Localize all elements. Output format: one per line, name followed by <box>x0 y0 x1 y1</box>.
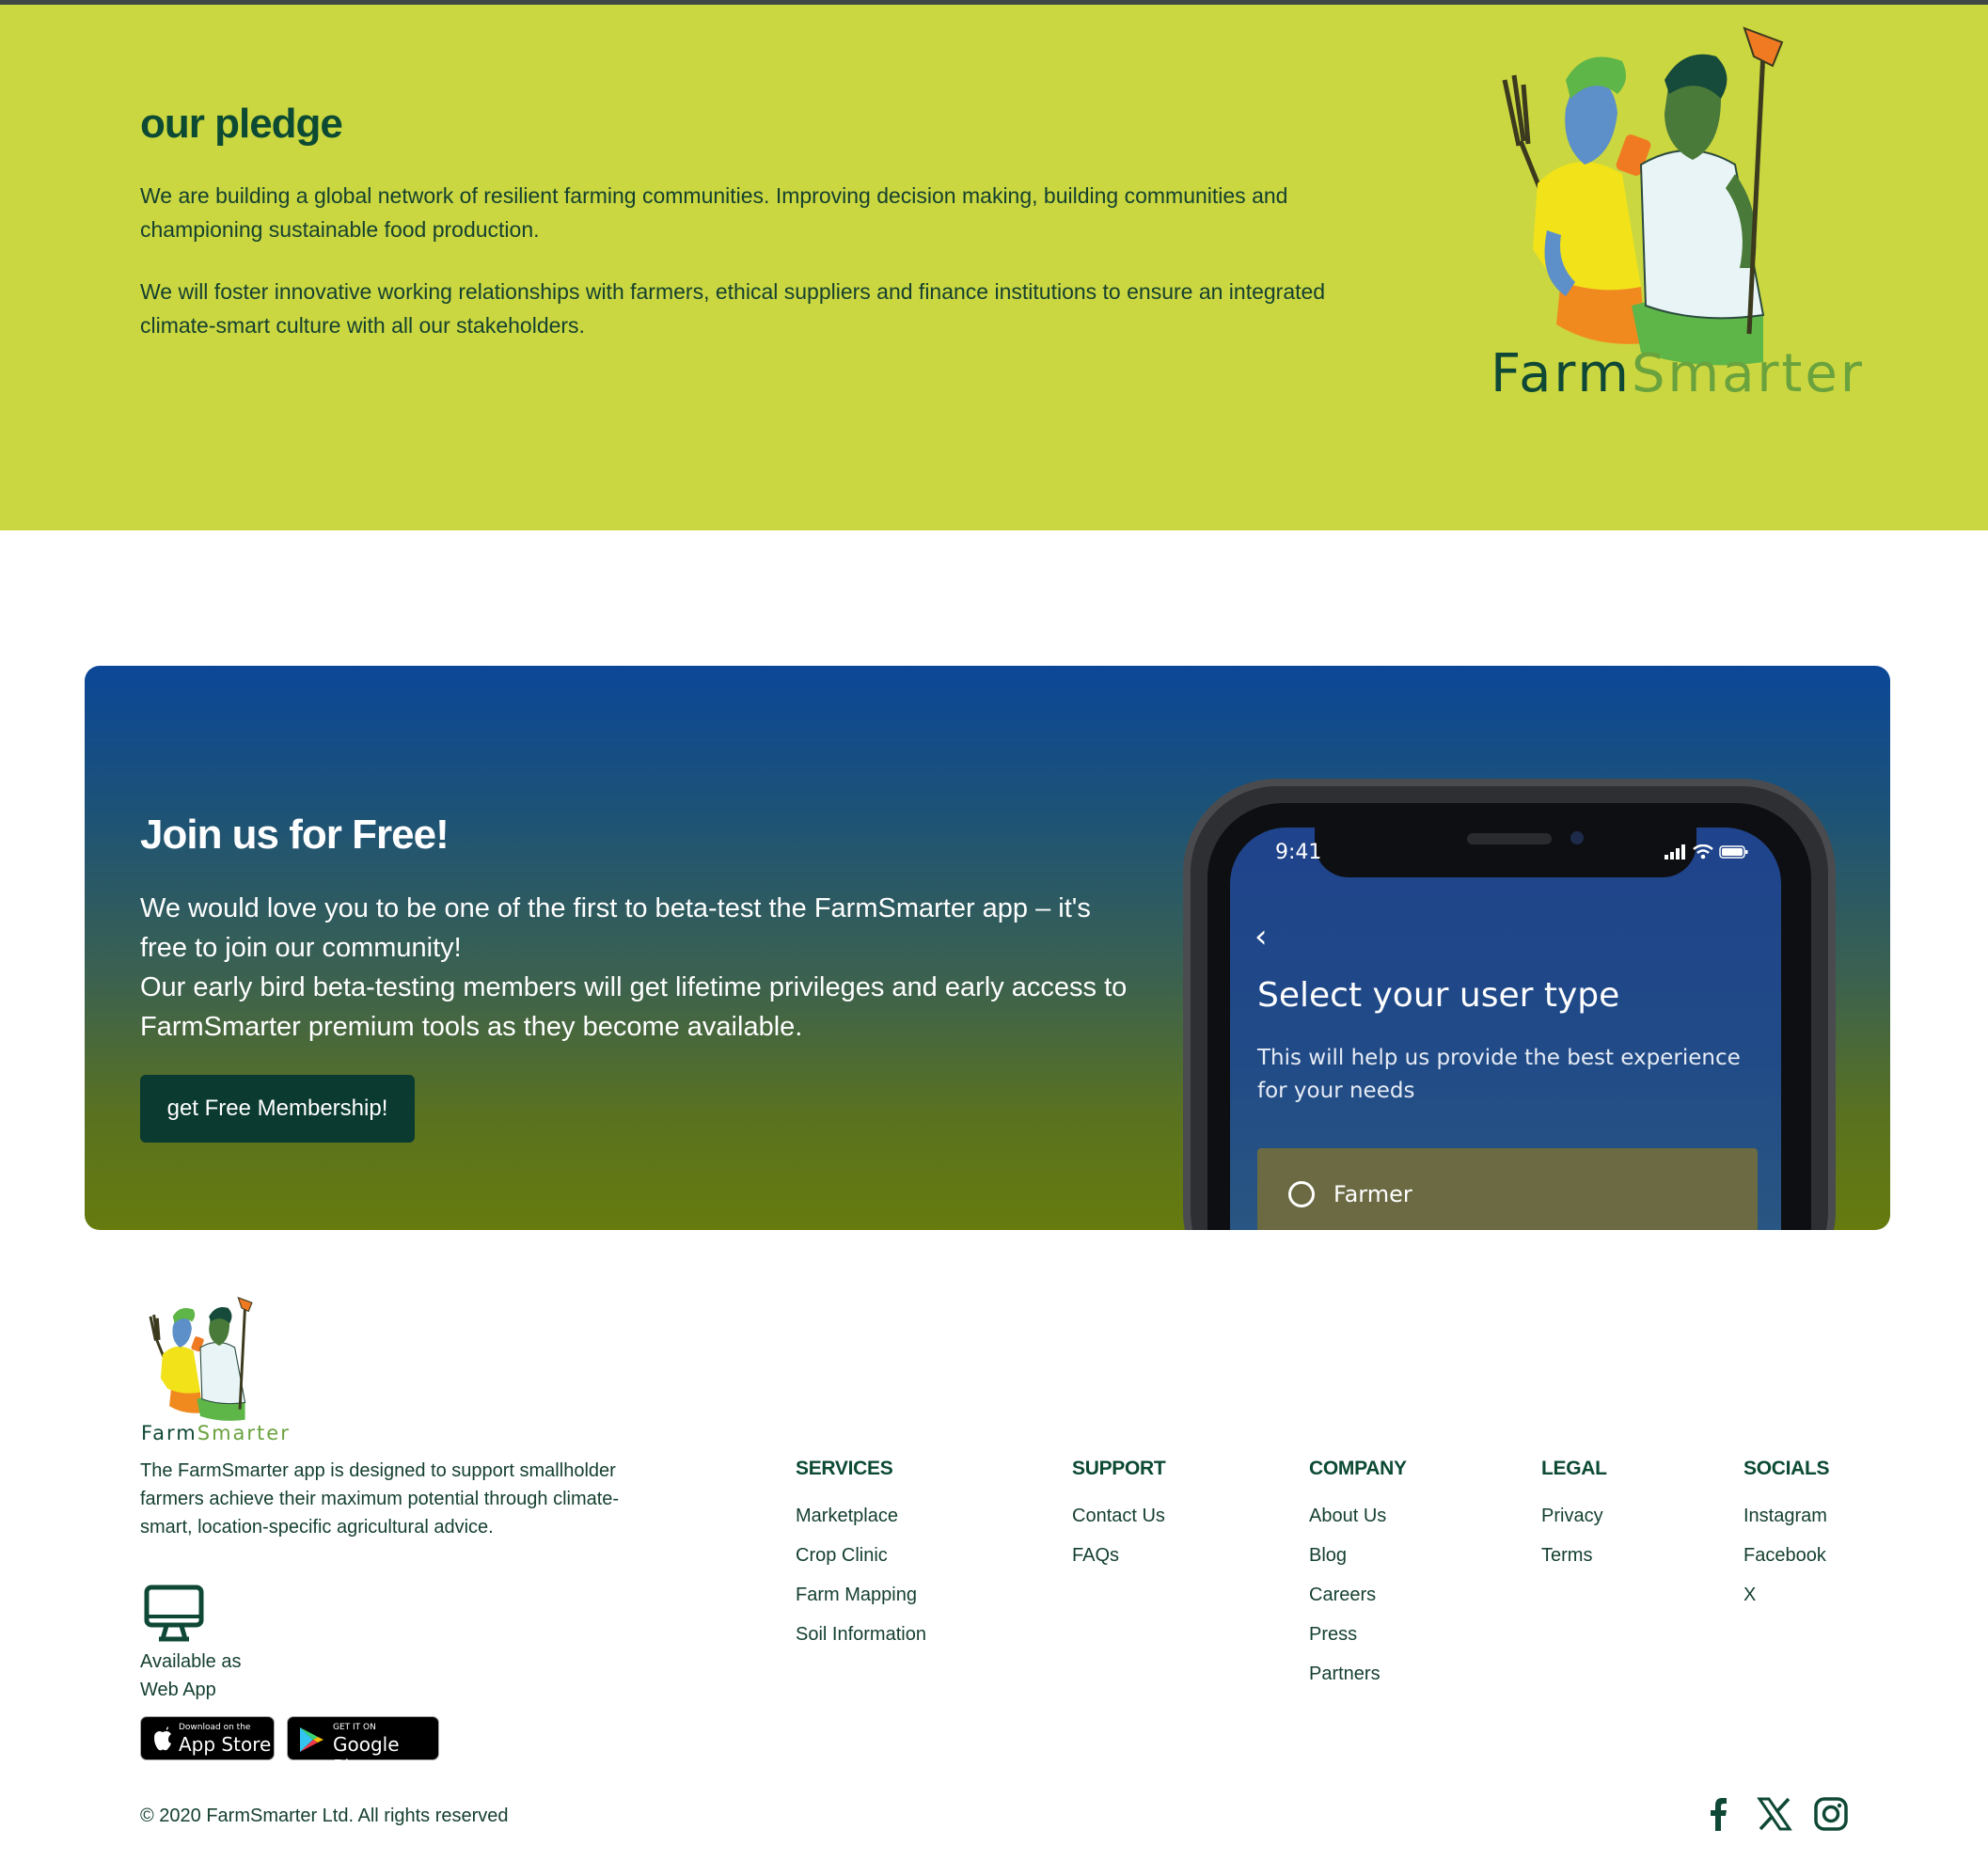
footer-description: The FarmSmarter app is designed to suppo… <box>140 1460 620 1538</box>
footer-link-press[interactable]: Press <box>1309 1615 1407 1654</box>
footer-farmers-logo <box>149 1296 253 1421</box>
footer-link-marketplace[interactable]: Marketplace <box>796 1496 926 1536</box>
google-play-icon <box>300 1727 323 1752</box>
footer-link-x[interactable]: X <box>1743 1575 1829 1615</box>
battery-icon <box>1719 845 1748 859</box>
footer-column-company: COMPANY About Us Blog Careers Press Part… <box>1309 1458 1407 1694</box>
footer-link-terms[interactable]: Terms <box>1541 1536 1607 1575</box>
webapp-line-2: Web App <box>140 1680 216 1700</box>
x-icon[interactable] <box>1757 1796 1792 1832</box>
googleplay-small-text: GET IT ON <box>333 1723 376 1732</box>
column-heading: SOCIALS <box>1743 1458 1830 1479</box>
pledge-paragraph-1: We are building a global network of resi… <box>140 183 1288 242</box>
column-heading: SERVICES <box>796 1458 893 1479</box>
footer-link-farm-mapping[interactable]: Farm Mapping <box>796 1575 926 1615</box>
footer-column-support: SUPPORT Contact Us FAQs <box>1072 1458 1166 1575</box>
footer-column-services: SERVICES Marketplace Crop Clinic Farm Ma… <box>796 1458 926 1654</box>
footer-link-crop-clinic[interactable]: Crop Clinic <box>796 1536 926 1575</box>
column-heading: COMPANY <box>1309 1458 1407 1479</box>
footer-link-contact-us[interactable]: Contact Us <box>1072 1496 1165 1536</box>
copyright-text: © 2020 FarmSmarter Ltd. All rights reser… <box>140 1806 509 1826</box>
googleplay-big-text: Google Play <box>333 1733 400 1778</box>
hero-brand-wordmark: FarmSmarter <box>1491 343 1865 404</box>
get-free-membership-button[interactable]: get Free Membership! <box>140 1075 415 1143</box>
footer-link-facebook[interactable]: Facebook <box>1743 1536 1829 1575</box>
join-body-line-2: Our early bird beta-testing members will… <box>140 972 1128 1042</box>
appstore-big-text: App Store <box>179 1733 272 1756</box>
instagram-icon[interactable] <box>1813 1796 1849 1832</box>
phone-camera <box>1570 831 1584 844</box>
footer-link-blog[interactable]: Blog <box>1309 1536 1407 1575</box>
facebook-icon[interactable] <box>1700 1796 1736 1832</box>
footer-link-partners[interactable]: Partners <box>1309 1654 1407 1694</box>
column-heading: LEGAL <box>1541 1458 1607 1479</box>
footer-link-instagram[interactable]: Instagram <box>1743 1496 1829 1536</box>
phone-speaker <box>1467 833 1552 844</box>
option-label: Farmer <box>1333 1181 1412 1207</box>
radio-button[interactable] <box>1288 1181 1315 1207</box>
web-app-availability: Available as Web App <box>140 1648 241 1704</box>
footer-brand-farm: Farm <box>141 1422 197 1444</box>
footer-link-about-us[interactable]: About Us <box>1309 1496 1407 1536</box>
footer-link-privacy[interactable]: Privacy <box>1541 1496 1607 1536</box>
column-heading: SUPPORT <box>1072 1458 1166 1479</box>
status-icons <box>1665 844 1749 860</box>
footer-brand-smarter: Smarter <box>197 1422 291 1444</box>
join-body-line-1: We would love you to be one of the first… <box>140 893 1091 963</box>
social-icons-row <box>1700 1796 1849 1832</box>
footer-column-socials: SOCIALS Instagram Facebook X <box>1743 1458 1830 1615</box>
pledge-paragraph-2: We will foster innovative working relati… <box>140 279 1326 338</box>
signal-icon <box>1665 844 1685 860</box>
phone-notch <box>1315 821 1696 877</box>
appstore-small-text: Download on the <box>179 1723 251 1732</box>
apple-icon <box>154 1727 171 1751</box>
screen-subtitle: This will help us provide the best exper… <box>1257 1046 1741 1103</box>
google-play-badge[interactable]: GET IT ON Google Play <box>287 1716 439 1778</box>
webapp-line-1: Available as <box>140 1651 242 1672</box>
pledge-title: our pledge <box>140 101 343 147</box>
footer-column-legal: LEGAL Privacy Terms <box>1541 1458 1607 1575</box>
footer-link-faqs[interactable]: FAQs <box>1072 1536 1165 1575</box>
brand-smarter: Smarter <box>1631 343 1865 404</box>
back-chevron-icon[interactable]: ‹ <box>1254 918 1268 955</box>
footer-link-careers[interactable]: Careers <box>1309 1575 1407 1615</box>
brand-farm: Farm <box>1491 343 1632 404</box>
status-time: 9:41 <box>1275 841 1322 864</box>
wifi-icon <box>1693 844 1713 860</box>
join-title: Join us for Free! <box>140 812 450 858</box>
screen-title: Select your user type <box>1257 976 1620 1015</box>
footer-brand-wordmark: FarmSmarter <box>141 1422 291 1444</box>
join-body: We would love you to be one of the first… <box>140 889 1137 1047</box>
join-banner: Join us for Free! We would love you to b… <box>85 666 1890 1230</box>
user-type-option-farmer[interactable] <box>1257 1148 1758 1230</box>
monitor-icon <box>144 1585 204 1642</box>
footer-link-soil-information[interactable]: Soil Information <box>796 1615 926 1654</box>
app-store-badge[interactable]: Download on the App Store <box>140 1716 275 1760</box>
